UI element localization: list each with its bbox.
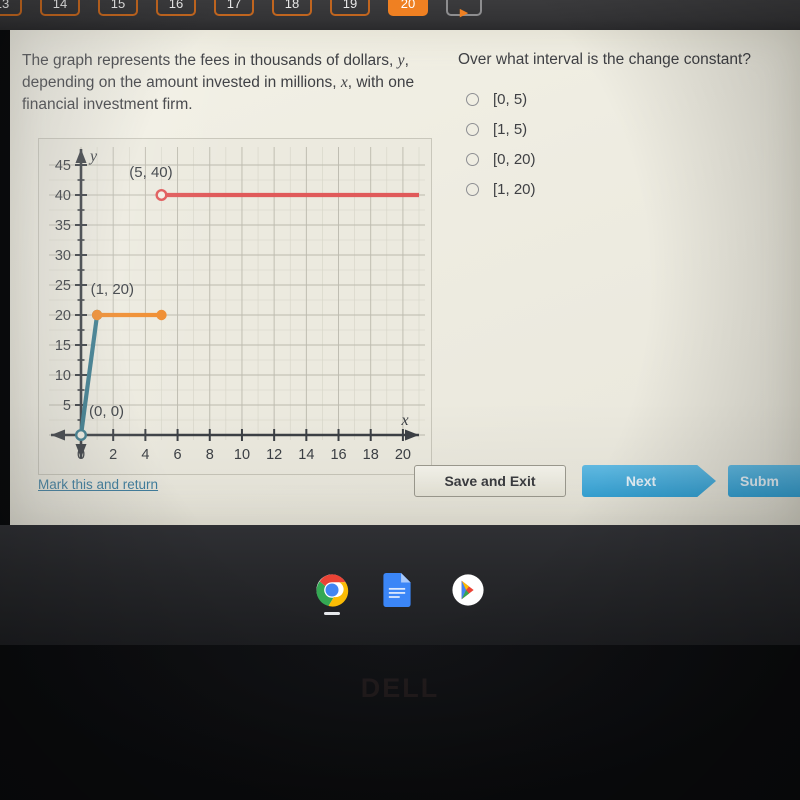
y-axis-label: y [88,148,98,165]
mark-this-and-return-link[interactable]: Mark this and return [38,477,158,492]
question-number-tabstrip: 13 14 15 16 17 18 19 20 ▶ [0,0,800,30]
radio-button-3[interactable] [466,182,479,196]
radio-button-2[interactable] [466,152,479,166]
endpoint-filled-segment-1-to-5 [91,309,103,321]
active-app-indicator [324,612,340,615]
submit-button[interactable]: Subm [728,465,800,497]
save-and-exit-button[interactable]: Save and Exit [414,465,566,497]
answer-choice-3[interactable]: [1, 20) [458,174,798,204]
laptop-bezel: DELL [0,645,800,800]
question-column: Over what interval is the change constan… [458,50,798,204]
graph-annotation-0: (5, 40) [129,164,172,181]
endpoint-open-segment-0-to-1 [75,429,88,442]
question-tab-19[interactable]: 19 [330,0,370,16]
quiz-footer: Mark this and return Save and Exit Next … [10,455,800,525]
quiz-page: The graph represents the fees in thousan… [10,30,800,525]
answer-choice-label-1: [1, 5) [493,120,528,138]
question-tab-17[interactable]: 17 [214,0,254,16]
answer-choice-1[interactable]: [1, 5) [458,114,798,144]
prompt-line-2: depending on the amount invested in mill… [22,74,341,91]
taskbar-shelf [0,525,800,645]
graph-figure: 5 10 15 20 25 30 35 40 45 0 2 4 6 8 10 12 14 16 18 20 y x (5, … [38,138,432,475]
google-docs-icon[interactable] [383,573,417,607]
piecewise-function-graph: 510152025303540450 2 4 6 8 10 12 14 16 18 20yx(5, … [39,139,431,474]
prompt-line-3: financial investment firm. [22,96,193,113]
y-tick-label: 30 [55,248,71,264]
endpoint-open-segment-5-to-20 [155,189,168,202]
question-tab-14[interactable]: 14 [40,0,80,16]
radio-button-1[interactable] [466,122,479,136]
graph-annotation-1: (1, 20) [91,281,134,298]
question-tab-13[interactable]: 13 [0,0,22,16]
y-tick-label: 10 [55,368,71,384]
answer-choice-label-2: [0, 20) [493,150,536,168]
variable-y: y [397,52,405,69]
dell-brand-logo: DELL [360,673,440,703]
right-triangle-glyph: ▶ [459,7,469,19]
y-tick-label: 20 [55,308,71,324]
endpoint-filled-segment-1-to-5 [156,309,167,321]
play-store-icon[interactable] [451,573,485,607]
problem-statement: The graph represents the fees in thousan… [22,50,452,116]
radio-button-0[interactable] [466,92,479,106]
answer-choice-list: [0, 5) [1, 5) [0, 20) [1, 20) [458,84,798,204]
right-triangle-icon[interactable]: ▶ [446,0,482,19]
question-tab-15[interactable]: 15 [98,0,138,16]
x-axis-label: x [400,412,408,429]
y-tick-label: 25 [55,278,71,294]
y-tick-label: 35 [55,218,71,234]
question-text: Over what interval is the change constan… [458,51,751,68]
question-tab-16[interactable]: 16 [156,0,196,16]
variable-x: x [340,74,348,91]
shelf-icon-row [0,573,800,615]
answer-choice-label-3: [1, 20) [493,180,536,198]
next-button[interactable]: Next [582,465,716,497]
prompt-line-1: The graph represents the fees in thousan… [22,52,398,69]
graph-background [39,139,431,474]
graph-annotation-2: (0, 0) [89,403,124,420]
prompt-line-2-end: , with one [347,74,415,91]
question-tab-20[interactable]: 20 [388,0,428,16]
y-tick-label: 40 [55,188,71,204]
prompt-line-1-end: , [404,52,409,69]
y-tick-label: 45 [55,158,71,174]
question-tab-18[interactable]: 18 [272,0,312,16]
laptop-screen-photo: 13 14 15 16 17 18 19 20 ▶ The graph represents t… [0,0,800,800]
answer-choice-0[interactable]: [0, 5) [458,84,798,114]
answer-choice-label-0: [0, 5) [493,90,528,108]
y-tick-label: 15 [55,338,71,354]
answer-choice-2[interactable]: [0, 20) [458,144,798,174]
y-tick-label: 5 [63,398,71,414]
chrome-icon[interactable] [315,573,349,615]
